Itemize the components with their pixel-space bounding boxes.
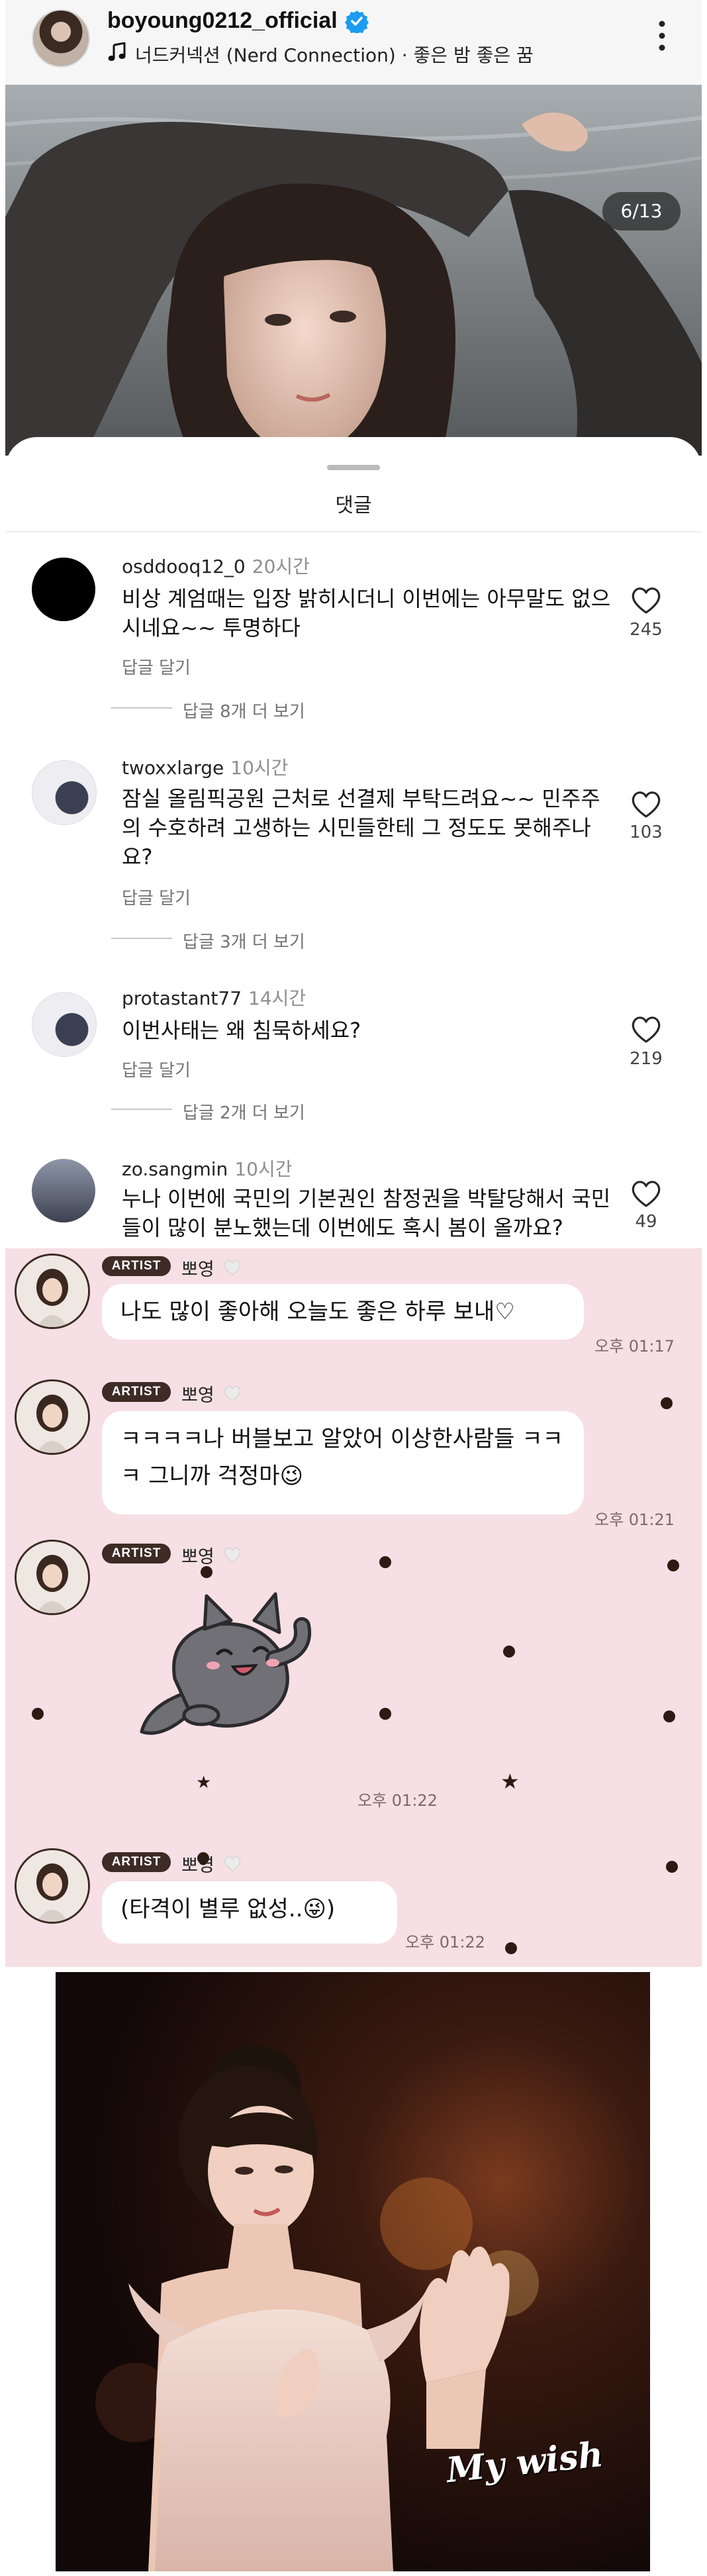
comment-avatar[interactable]	[32, 760, 97, 825]
comments-title: 댓글	[335, 494, 372, 517]
image-page-counter: 6/13	[602, 192, 681, 230]
decor-dot	[667, 1560, 679, 1571]
view-more-replies[interactable]: 답글 2개 더 보기	[183, 1099, 305, 1124]
profile-username[interactable]: boyoung0212_official	[107, 8, 338, 34]
comments-sheet: 댓글 osddooq12_0 20시간 비상 계엄때는 입장 밝히시더니 이번에는…	[5, 437, 702, 1248]
comment-avatar[interactable]	[32, 992, 97, 1057]
profile-avatar[interactable]	[32, 9, 90, 68]
sheet-drag-handle[interactable]	[327, 465, 380, 470]
post-photo-illustration	[5, 85, 702, 456]
comment-text: 비상 계엄때는 입장 밝히시더니 이번에는 아무말도 없으시네요~~ 투명하다	[122, 586, 611, 640]
comment-time: 10시간	[230, 757, 289, 779]
decor-dot	[503, 1646, 515, 1658]
chat-sender-name: 뽀영	[181, 1385, 214, 1406]
comment-username-line: zo.sangmin 10시간	[122, 1155, 292, 1181]
decor-star: ★	[196, 1773, 212, 1793]
chat-time: 오후 01:22	[405, 1933, 485, 1952]
post-header: boyoung0212_official 너드커넥션 (Nerd Connect…	[5, 0, 702, 85]
comment-avatar[interactable]	[32, 558, 95, 621]
replies-line	[111, 1109, 172, 1110]
comment-username-line: twoxxlarge 10시간	[122, 754, 288, 780]
like-heart-icon[interactable]	[630, 585, 662, 615]
view-more-replies[interactable]: 답글 3개 더 보기	[183, 928, 305, 953]
comment-username[interactable]: osddooq12_0	[122, 556, 246, 577]
chat-bubble[interactable]: ㅋㅋㅋㅋ나 버블보고 알았어 이상한사람들 ㅋㅋㅋ 그니까 걱정마😉	[102, 1411, 584, 1514]
like-count: 103	[630, 822, 663, 842]
comment-avatar[interactable]	[32, 1159, 95, 1222]
chat-time: 오후 01:21	[594, 1511, 675, 1529]
decor-dot	[666, 1861, 678, 1873]
artist-badge: ARTIST	[102, 1852, 171, 1872]
replies-line	[111, 938, 172, 939]
artist-avatar[interactable]	[15, 1540, 90, 1615]
artist-badge: ARTIST	[102, 1382, 171, 1402]
like-heart-icon[interactable]	[630, 1015, 662, 1044]
view-more-replies[interactable]: 답글 8개 더 보기	[183, 698, 305, 722]
chat-sender-name: 뽀영	[181, 1260, 214, 1280]
red-carpet-photo: My wish	[56, 1972, 650, 2571]
artist-avatar[interactable]	[15, 1379, 90, 1455]
verified-badge-icon	[345, 11, 369, 33]
chat-time: 오후 01:22	[357, 1791, 438, 1810]
replies-line	[111, 707, 172, 709]
like-heart-icon[interactable]	[630, 789, 662, 818]
divider	[5, 531, 702, 532]
music-track-label[interactable]: 너드커넥션 (Nerd Connection) · 좋은 밤 좋은 꿈	[135, 41, 534, 68]
red-carpet-photo-illustration	[56, 1972, 650, 2571]
comment-text: 누나 이번에 국민의 기본권인 참정권을 박탈당해서 국민들이 많이 분노했는데…	[122, 1186, 611, 1240]
comment-username-line: protastant77 14시간	[122, 984, 306, 1011]
music-note-icon	[108, 42, 126, 61]
chat-bubble[interactable]: 나도 많이 좋아해 오늘도 좋은 하루 보내♡	[102, 1284, 584, 1340]
heart-icon	[224, 1856, 241, 1871]
bubble-chat-screenshot: ★ ★ ARTIST 뽀영 나도 많이 좋아해 오늘도 좋은 하루 보내♡ 오후…	[5, 1248, 702, 1967]
comment-username-line: osddooq12_0 20시간	[122, 552, 310, 579]
instagram-screenshot: boyoung0212_official 너드커넥션 (Nerd Connect…	[5, 0, 702, 1248]
reply-button[interactable]: 답글 달기	[122, 654, 191, 679]
reply-button[interactable]: 답글 달기	[122, 885, 191, 909]
artist-badge: ARTIST	[102, 1256, 171, 1276]
post-photo[interactable]: 6/13	[5, 85, 702, 456]
decor-dot	[32, 1708, 44, 1720]
comment-username[interactable]: twoxxlarge	[122, 757, 224, 779]
comment-time: 10시간	[234, 1158, 293, 1180]
heart-icon	[224, 1385, 241, 1401]
decor-dot	[661, 1397, 673, 1409]
reply-button[interactable]: 답글 달기	[122, 1057, 191, 1081]
decor-dot	[505, 1942, 517, 1954]
decor-dot	[379, 1556, 391, 1568]
artist-avatar[interactable]	[15, 1254, 90, 1329]
like-count: 219	[630, 1049, 663, 1069]
heart-icon	[224, 1260, 241, 1275]
decor-dot	[663, 1710, 675, 1722]
comment-time: 20시간	[252, 556, 310, 577]
chat-bubble[interactable]: (타격이 별루 없성..😜)	[102, 1881, 397, 1944]
cat-emoticon-sticker[interactable]	[128, 1579, 314, 1745]
comment-text: 이번사태는 왜 침묵하세요?	[122, 1018, 361, 1043]
chat-sender-name: 뽀영	[181, 1856, 214, 1876]
chat-time: 오후 01:17	[594, 1337, 675, 1356]
artist-badge: ARTIST	[102, 1544, 171, 1563]
comment-username[interactable]: zo.sangmin	[122, 1158, 228, 1180]
artist-avatar[interactable]	[15, 1848, 90, 1924]
heart-icon	[224, 1547, 241, 1563]
comment-time: 14시간	[248, 987, 306, 1009]
comment-text: 잠실 올림픽공원 근처로 선결제 부탁드려요~~ 민주주의 수호하려 고생하는 …	[122, 786, 600, 869]
comment-username[interactable]: protastant77	[122, 987, 242, 1009]
chat-sender-name: 뽀영	[181, 1547, 214, 1567]
more-options-icon[interactable]	[657, 17, 667, 54]
decor-star: ★	[500, 1769, 520, 1794]
like-heart-icon[interactable]	[630, 1179, 662, 1208]
like-count: 49	[635, 1212, 657, 1232]
decor-dot	[379, 1708, 391, 1720]
like-count: 245	[630, 620, 663, 640]
